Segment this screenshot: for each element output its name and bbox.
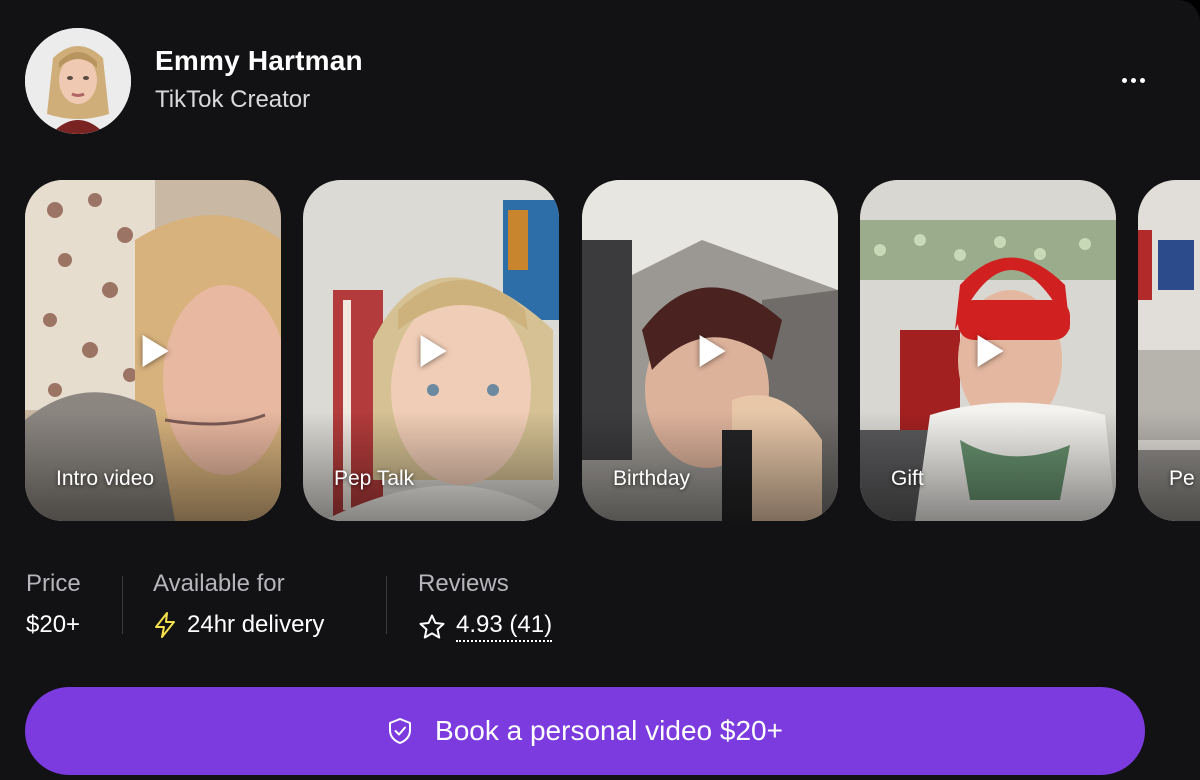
availability-value-row: 24hr delivery — [153, 611, 324, 639]
play-icon[interactable] — [699, 334, 726, 367]
video-label: Birthday — [613, 467, 691, 490]
video-shade — [582, 411, 838, 521]
video-card-intro[interactable]: Intro video — [25, 180, 281, 521]
price-stat: Price $20+ — [26, 570, 81, 639]
creator-card: Emmy Hartman TikTok Creator Intro video … — [0, 0, 1200, 780]
video-shade — [25, 411, 281, 521]
video-label: Pep Talk — [334, 467, 415, 490]
play-icon[interactable] — [420, 334, 447, 367]
availability-label: Available for — [153, 570, 285, 597]
play-icon[interactable] — [977, 334, 1004, 367]
more-options-icon[interactable] — [1111, 62, 1155, 98]
stat-divider — [122, 576, 123, 634]
star-outline-icon — [419, 614, 445, 638]
stats-row: Price $20+ Available for 24hr delivery R… — [26, 570, 726, 650]
availability-value: 24hr delivery — [187, 611, 325, 638]
profile-header: Emmy Hartman TikTok Creator — [25, 28, 1155, 134]
video-shade — [303, 411, 559, 521]
creator-subtitle: TikTok Creator — [155, 86, 311, 113]
stat-divider — [386, 576, 387, 634]
reviews-label: Reviews — [418, 570, 509, 597]
creator-name: Emmy Hartman — [155, 45, 363, 76]
book-personal-video-button[interactable]: Book a personal video $20+ — [25, 687, 1145, 775]
video-label: Intro video — [56, 467, 155, 490]
availability-stat: Available for 24hr delivery — [153, 570, 324, 639]
price-label: Price — [26, 570, 81, 597]
price-value: $20+ — [26, 611, 81, 638]
video-label: Gift — [891, 467, 924, 490]
avatar[interactable] — [25, 28, 131, 134]
video-label: Pe — [1169, 467, 1195, 490]
reviews-link[interactable]: 4.93 (41) — [456, 611, 553, 642]
reviews-value-row: 4.93 (41) — [418, 611, 553, 642]
video-card-birthday[interactable]: Birthday — [582, 180, 838, 521]
shield-check-icon — [389, 718, 412, 744]
video-shade — [1138, 411, 1200, 521]
video-card-partial[interactable]: Pe — [1138, 180, 1200, 521]
video-shade — [860, 411, 1116, 521]
video-card-pep-talk[interactable]: Pep Talk — [303, 180, 559, 521]
lightning-bolt-icon — [155, 612, 175, 638]
video-carousel[interactable]: Intro video Pep Talk Birthday Gift Pe — [25, 180, 1200, 521]
reviews-stat: Reviews 4.93 (41) — [418, 570, 553, 642]
book-button-label: Book a personal video $20+ — [435, 715, 783, 746]
play-icon[interactable] — [142, 334, 169, 367]
video-card-gift[interactable]: Gift — [860, 180, 1116, 521]
